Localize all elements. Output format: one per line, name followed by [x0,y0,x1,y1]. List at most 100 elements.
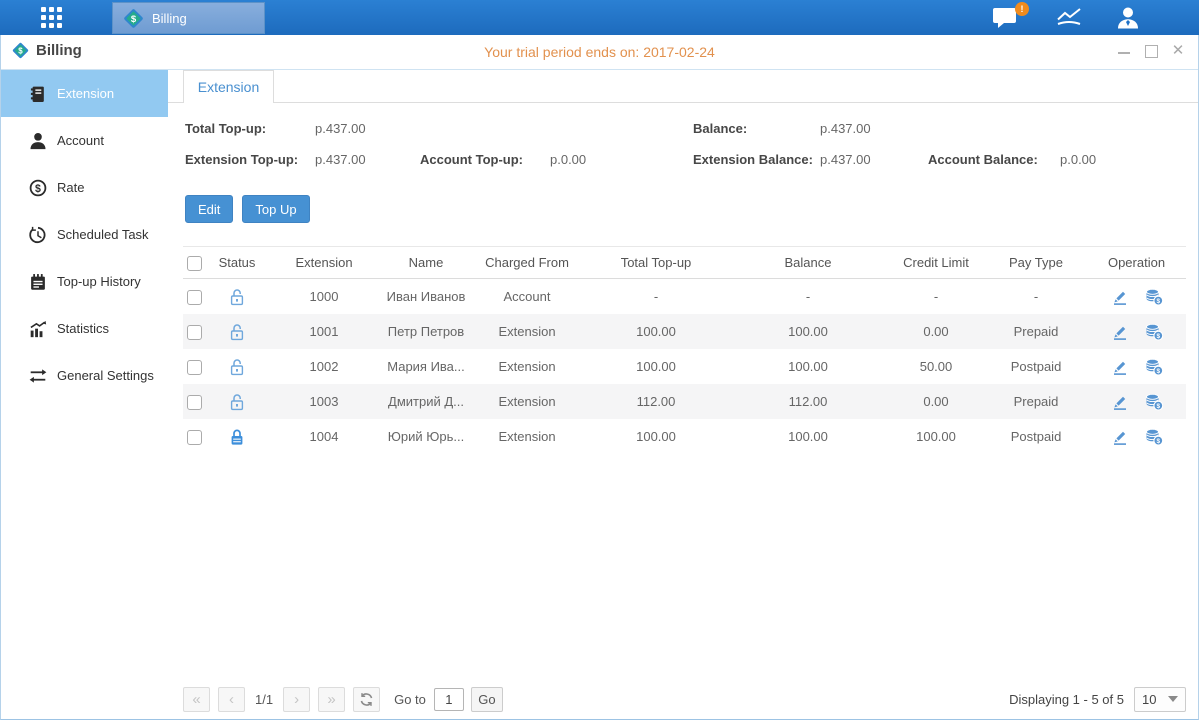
name-cell: Петр Петров [381,324,471,339]
taskbar: Billing ! [0,0,1199,35]
sidebar-item-extension[interactable]: Extension [0,70,168,117]
col-extension: Extension [267,255,381,270]
chevron-down-icon [1168,696,1178,702]
account-icon [29,132,47,150]
operation-cell [1087,358,1186,376]
total-topup-cell: - [583,289,729,304]
balance-cell: - [729,289,887,304]
credit-limit-cell: 100.00 [887,429,985,444]
refresh-button[interactable] [353,687,380,712]
displaying-text: Displaying 1 - 5 of 5 [1009,692,1124,707]
pay-type-cell: Postpaid [985,429,1087,444]
edit-button[interactable]: Edit [185,195,233,223]
col-status: Status [207,255,267,270]
last-page-button[interactable]: » [318,687,345,712]
prev-page-button[interactable]: ‹ [218,687,245,712]
row-checkbox[interactable] [187,430,202,445]
sidebar-item-label: Account [57,133,104,148]
first-page-button[interactable]: « [183,687,210,712]
sidebar-item-scheduled-task[interactable]: Scheduled Task [0,211,168,258]
sidebar-item-label: Top-up History [57,274,141,289]
go-button[interactable]: Go [471,687,503,712]
row-checkbox[interactable] [187,325,202,340]
page-size-select[interactable]: 10 [1134,687,1186,712]
top-up-button[interactable]: Top Up [242,195,309,223]
status-cell [207,323,267,341]
account-balance-value: p.0.00 [1060,152,1096,167]
lock-closed-icon [229,428,245,446]
row-checkbox[interactable] [187,290,202,305]
extension-topup-label: Extension Top-up: [185,152,298,167]
row-checkbox[interactable] [187,395,202,410]
topup-coins-icon[interactable] [1145,358,1163,376]
refresh-icon [359,692,374,707]
window-controls: ✕ [1117,44,1185,58]
extension-cell: 1002 [267,359,381,374]
topup-coins-icon[interactable] [1145,428,1163,446]
extension-topup-value: p.437.00 [315,152,366,167]
balance-cell: 112.00 [729,394,887,409]
statistics-icon [29,320,47,338]
balance-cell: 100.00 [729,324,887,339]
taskbar-tab-label: Billing [152,11,187,26]
extension-table: Status Extension Name Charged From Total… [183,246,1186,454]
maximize-icon[interactable] [1144,44,1158,58]
user-icon[interactable] [1116,6,1146,30]
sidebar-item-topup-history[interactable]: Top-up History [0,258,168,305]
topup-coins-icon[interactable] [1145,393,1163,411]
balance-cell: 100.00 [729,359,887,374]
total-topup-cell: 100.00 [583,359,729,374]
edit-icon[interactable] [1111,288,1129,306]
extension-cell: 1000 [267,289,381,304]
topup-coins-icon[interactable] [1145,323,1163,341]
next-page-button[interactable]: › [283,687,310,712]
window-titlebar: Billing Your trial period ends on: 2017-… [0,35,1199,70]
pay-type-cell: - [985,289,1087,304]
extension-cell: 1004 [267,429,381,444]
edit-icon[interactable] [1111,358,1129,376]
sidebar-item-general-settings[interactable]: General Settings [0,352,168,399]
operation-cell [1087,288,1186,306]
sidebar-item-account[interactable]: Account [0,117,168,164]
extension-balance-label: Extension Balance: [693,152,813,167]
row-checkbox[interactable] [187,360,202,375]
messages-icon[interactable]: ! [992,6,1022,30]
sidebar-item-statistics[interactable]: Statistics [0,305,168,352]
billing-diamond-icon [122,7,145,30]
col-credit-limit: Credit Limit [887,255,985,270]
topup-coins-icon[interactable] [1145,288,1163,306]
close-icon[interactable]: ✕ [1171,44,1185,58]
table-row: 1004 Юрий Юрь... Extension 100.00 100.00… [183,419,1186,454]
pagination-bar: « ‹ 1/1 › » Go to Go Displaying 1 - 5 of… [183,686,1186,712]
table-row: 1002 Мария Ива... Extension 100.00 100.0… [183,349,1186,384]
charged-from-cell: Extension [471,429,583,444]
general-settings-icon [29,367,47,385]
tab-extension[interactable]: Extension [183,70,274,103]
edit-icon[interactable] [1111,393,1129,411]
status-cell [207,358,267,376]
sidebar-item-label: General Settings [57,368,154,383]
sidebar-item-rate[interactable]: Rate [0,164,168,211]
name-cell: Иван Иванов [381,289,471,304]
summary-panel: Total Top-up: p.437.00 Balance: p.437.00… [168,103,1199,181]
scheduled-task-icon [29,226,47,244]
notification-badge: ! [1015,2,1029,16]
minimize-icon[interactable] [1117,44,1131,58]
total-topup-value: p.437.00 [315,121,366,136]
app-grid-icon[interactable] [33,7,71,29]
edit-icon[interactable] [1111,428,1129,446]
taskbar-tab-billing[interactable]: Billing [112,2,265,34]
select-all-checkbox[interactable] [187,256,202,271]
charged-from-cell: Extension [471,324,583,339]
total-topup-label: Total Top-up: [185,121,266,136]
trial-notice: Your trial period ends on: 2017-02-24 [484,44,715,60]
status-cell [207,393,267,411]
app-title: Billing [11,41,82,60]
credit-limit-cell: 0.00 [887,324,985,339]
goto-page-input[interactable] [434,688,464,711]
edit-icon[interactable] [1111,323,1129,341]
chart-icon[interactable] [1056,6,1086,30]
table-row: 1003 Дмитрий Д... Extension 112.00 112.0… [183,384,1186,419]
lock-open-icon [229,288,245,306]
account-topup-label: Account Top-up: [420,152,523,167]
